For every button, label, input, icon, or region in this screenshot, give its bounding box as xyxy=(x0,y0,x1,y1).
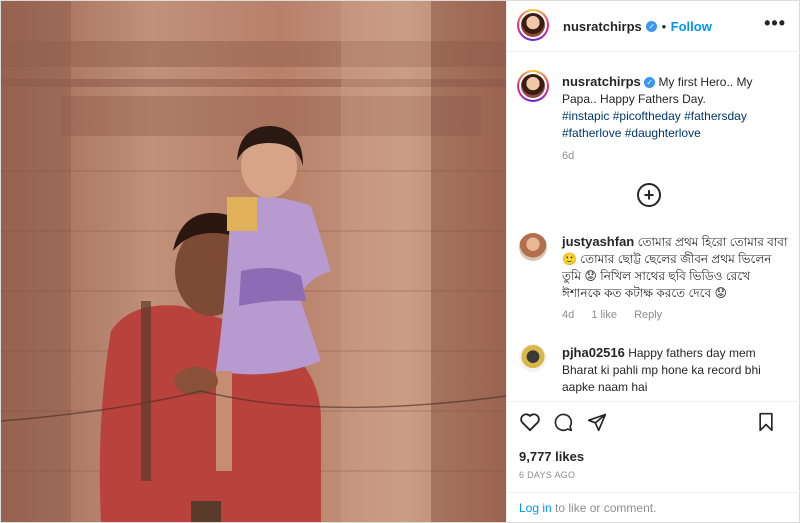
hashtag[interactable]: #fatherlove xyxy=(562,126,621,140)
hashtag[interactable]: #daughterlove xyxy=(625,126,701,140)
login-prompt: Log in to like or comment. xyxy=(519,501,656,515)
hashtag[interactable]: #instapic xyxy=(562,109,609,123)
login-link[interactable]: Log in xyxy=(519,501,552,515)
comment-item: justyashfan তোমার প্রথম হিরো তোমার বাবা … xyxy=(519,233,789,328)
caption-username[interactable]: nusratchirps xyxy=(562,74,641,89)
post-modal: nusratchirps ✓ • Follow ••• nusratchirps… xyxy=(0,0,800,523)
verified-badge-icon: ✓ xyxy=(644,77,656,89)
comment-username[interactable]: justyashfan xyxy=(562,234,634,249)
vintage-photo-image xyxy=(1,1,506,522)
verified-badge-icon: ✓ xyxy=(646,21,658,33)
post-header: nusratchirps ✓ • Follow ••• xyxy=(507,1,800,52)
post-sidebar: nusratchirps ✓ • Follow ••• nusratchirps… xyxy=(506,1,800,522)
commenter-avatar[interactable] xyxy=(519,233,547,261)
author-avatar[interactable] xyxy=(517,9,549,41)
commenter-avatar[interactable] xyxy=(519,344,547,372)
separator-dot: • xyxy=(661,19,667,34)
action-bar xyxy=(507,401,800,442)
reply-button[interactable]: Reply xyxy=(634,309,662,321)
author-username[interactable]: nusratchirps xyxy=(563,19,642,34)
caption: nusratchirps ✓ My first Hero.. My Papa..… xyxy=(562,73,787,142)
comment-likes[interactable]: 1 like xyxy=(591,309,617,321)
comment-item: pjha02516 Happy fathers day mem Bharat k… xyxy=(519,344,789,396)
share-icon[interactable] xyxy=(587,412,607,432)
follow-button[interactable]: Follow xyxy=(671,19,712,34)
caption-avatar[interactable] xyxy=(517,70,549,102)
comment-username[interactable]: pjha02516 xyxy=(562,345,625,360)
comment-text-block: justyashfan তোমার প্রথম হিরো তোমার বাবা … xyxy=(562,233,792,302)
more-options-icon[interactable]: ••• xyxy=(764,13,786,34)
post-photo xyxy=(1,1,506,522)
comment-text-block: pjha02516 Happy fathers day mem Bharat k… xyxy=(562,344,792,396)
comment-icon[interactable] xyxy=(553,412,573,432)
comment-age: 4d xyxy=(562,309,575,321)
heart-icon[interactable] xyxy=(519,412,541,432)
bookmark-icon[interactable] xyxy=(757,412,775,432)
post-date: 6 DAYS AGO xyxy=(519,470,576,480)
hashtag[interactable]: #fathersday xyxy=(684,109,747,123)
author-line: nusratchirps ✓ • Follow xyxy=(563,18,712,36)
comment-meta: 4d 1 like Reply xyxy=(562,309,676,321)
login-rest: to like or comment. xyxy=(555,501,657,515)
likes-count[interactable]: 9,777 likes xyxy=(519,449,584,464)
hashtag[interactable]: #picoftheday xyxy=(613,109,681,123)
plus-circle-icon[interactable]: + xyxy=(637,183,661,207)
login-bar: Log in to like or comment. xyxy=(507,492,800,523)
caption-age: 6d xyxy=(562,150,575,162)
